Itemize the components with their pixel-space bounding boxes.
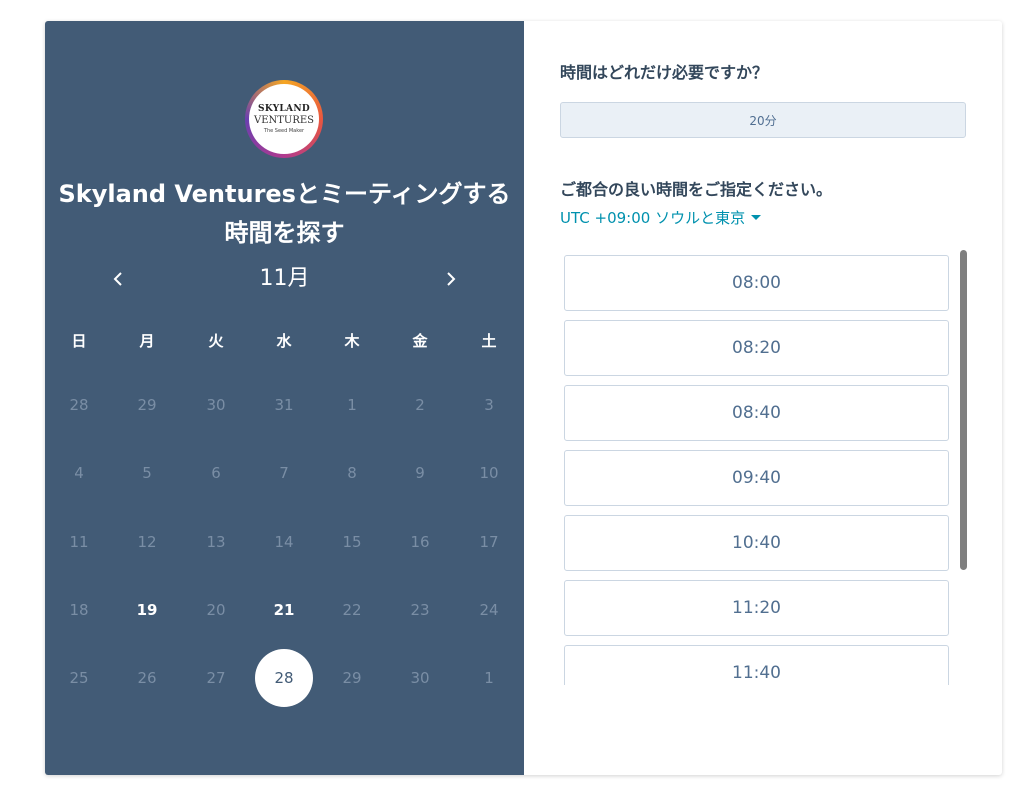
- company-logo: SKYLAND VENTURES The Seed Maker: [245, 80, 323, 158]
- calendar-day: 1: [347, 396, 357, 414]
- weekday-label: 月: [139, 332, 155, 350]
- calendar-day: 16: [410, 533, 430, 551]
- time-slot-button[interactable]: 09:40: [564, 450, 949, 506]
- next-month-button[interactable]: [436, 261, 466, 297]
- timezone-label: UTC +09:00 ソウルと東京: [560, 209, 746, 227]
- calendar-day: 29: [342, 669, 362, 687]
- time-slot-button[interactable]: 08:20: [564, 320, 949, 376]
- calendar-day: 30: [206, 396, 226, 414]
- calendar-day[interactable]: 21: [264, 590, 304, 630]
- weekday-label: 金: [412, 332, 428, 350]
- time-slot-button[interactable]: 10:40: [564, 515, 949, 571]
- logo-mark: VENTURES: [253, 115, 315, 126]
- calendar-day: 12: [137, 533, 157, 551]
- weekday-label: 日: [71, 332, 87, 350]
- time-question: ご都合の良い時間をご指定ください。: [560, 180, 833, 199]
- calendar-day: 14: [274, 533, 294, 551]
- timezone-selector[interactable]: UTC +09:00 ソウルと東京: [560, 207, 762, 228]
- time-slot-list: 08:00 08:20 08:40 09:40 10:40 11:20 11:40: [564, 255, 969, 685]
- calendar-day: 24: [479, 601, 499, 619]
- calendar-day: 15: [342, 533, 362, 551]
- calendar-day: 7: [279, 464, 289, 482]
- calendar-day: 4: [74, 464, 84, 482]
- calendar-day: 10: [479, 464, 499, 482]
- calendar-day: 6: [211, 464, 221, 482]
- calendar-day: 27: [206, 669, 226, 687]
- calendar-day: 18: [69, 601, 89, 619]
- chevron-right-icon: [447, 272, 456, 286]
- calendar-day: 20: [206, 601, 226, 619]
- calendar-panel: SKYLAND VENTURES The Seed Maker Skyland …: [45, 21, 524, 775]
- time-slot-button[interactable]: 08:00: [564, 255, 949, 311]
- calendar-day: 31: [274, 396, 294, 414]
- page-title: Skyland Venturesとミーティングする時間を探す: [58, 180, 511, 247]
- month-navigation: 11月: [45, 261, 524, 297]
- meeting-scheduler-card: SKYLAND VENTURES The Seed Maker Skyland …: [45, 21, 1002, 775]
- weekday-label: 土: [481, 332, 497, 350]
- calendar-day-selected[interactable]: 28: [255, 649, 313, 707]
- calendar-day[interactable]: 19: [127, 590, 167, 630]
- calendar-day: 11: [69, 533, 89, 551]
- time-slot-button[interactable]: 11:40: [564, 645, 949, 685]
- calendar-day: 2: [415, 396, 425, 414]
- caret-down-icon: [751, 215, 762, 220]
- calendar-day: 26: [137, 669, 157, 687]
- time-selection-panel: 時間はどれだけ必要ですか？ 20分 ご都合の良い時間をご指定ください。 UTC …: [524, 21, 1002, 775]
- time-slot-button[interactable]: 11:20: [564, 580, 949, 636]
- calendar-day: 25: [69, 669, 89, 687]
- logo-name: SKYLAND: [258, 104, 310, 114]
- time-slot-button[interactable]: 08:40: [564, 385, 949, 441]
- calendar-day: 28: [69, 396, 89, 414]
- calendar-day: 9: [415, 464, 425, 482]
- calendar-day: 1: [484, 669, 494, 687]
- calendar-day: 23: [410, 601, 430, 619]
- calendar-day: 22: [342, 601, 362, 619]
- calendar-day: 3: [484, 396, 494, 414]
- calendar-day: 13: [206, 533, 226, 551]
- weekday-label: 木: [344, 332, 360, 350]
- weekday-header: 日月火水木金土: [45, 329, 524, 353]
- duration-question: 時間はどれだけ必要ですか？: [560, 63, 769, 82]
- slot-list-scrollbar[interactable]: [960, 250, 967, 570]
- calendar-day: 17: [479, 533, 499, 551]
- duration-button[interactable]: 20分: [560, 102, 966, 138]
- calendar-day: 29: [137, 396, 157, 414]
- weekday-label: 火: [208, 332, 224, 350]
- logo-tagline: The Seed Maker: [263, 128, 305, 134]
- calendar-day: 8: [347, 464, 357, 482]
- calendar-day: 30: [410, 669, 430, 687]
- weekday-label: 水: [276, 332, 292, 350]
- calendar-day: 5: [142, 464, 152, 482]
